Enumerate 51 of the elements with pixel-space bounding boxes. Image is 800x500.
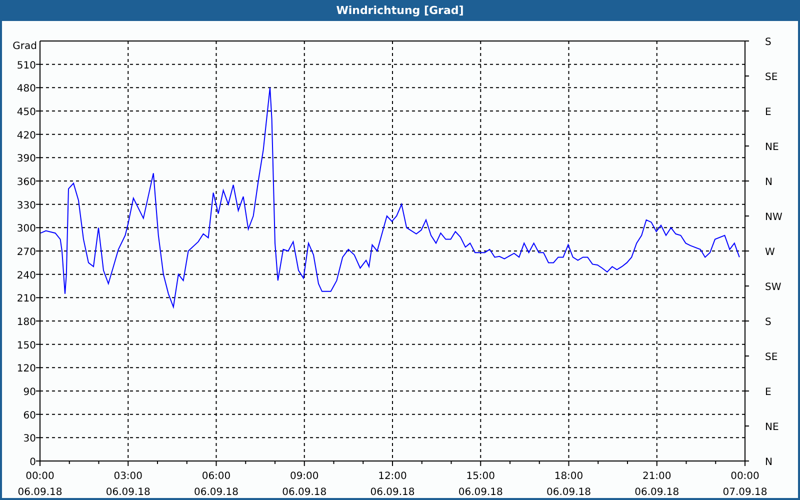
x-tick-time: 18:00 <box>554 471 584 482</box>
compass-tick-label: N <box>765 177 772 188</box>
y-tick-label: 60 <box>23 410 36 422</box>
compass-tick-label: E <box>765 387 772 398</box>
compass-tick-label: S <box>765 317 772 328</box>
x-tick-date: 06.09.18 <box>546 487 592 498</box>
compass-tick-label: NE <box>765 142 779 153</box>
y-tick-label: 390 <box>16 154 36 165</box>
y-tick-label: 0 <box>30 457 36 468</box>
compass-tick-label: NW <box>765 212 782 223</box>
y-tick-label: 450 <box>16 107 36 118</box>
x-tick-time: 06:00 <box>202 471 231 482</box>
y-tick-label: 120 <box>16 364 36 375</box>
y-axis-title: Grad <box>12 41 37 52</box>
y-tick-label: 150 <box>16 340 36 352</box>
x-tick-date: 07.09.18 <box>722 487 768 498</box>
compass-tick-label: W <box>765 247 775 258</box>
y-tick-label: 420 <box>16 130 36 142</box>
x-tick-time: 00:00 <box>26 471 54 482</box>
x-tick-time: 12:00 <box>378 471 407 482</box>
compass-tick-label: N <box>765 457 772 468</box>
x-tick-time: 00:00 <box>730 471 760 482</box>
x-tick-date: 06.09.18 <box>106 487 150 498</box>
compass-tick-label: SW <box>765 282 782 293</box>
y-tick-label: 180 <box>16 317 36 328</box>
y-tick-label: 480 <box>16 84 36 95</box>
x-tick-date: 06.09.18 <box>370 487 415 498</box>
y-tick-label: 300 <box>16 224 36 235</box>
x-tick-time: 09:00 <box>290 471 319 482</box>
y-tick-label: 330 <box>16 200 36 212</box>
y-tick-label: 90 <box>23 387 36 398</box>
window-title: Windrichtung [Grad] <box>2 0 798 21</box>
y-tick-label: 240 <box>16 270 36 282</box>
x-tick-date: 06.09.18 <box>282 487 327 498</box>
x-tick-date: 06.09.18 <box>634 487 680 498</box>
compass-tick-label: SE <box>765 352 778 363</box>
x-tick-date: 06.09.18 <box>194 487 239 498</box>
x-tick-date: 06.09.18 <box>18 487 62 498</box>
x-tick-time: 15:00 <box>466 471 496 482</box>
compass-tick-label: NE <box>765 422 779 433</box>
compass-tick-label: E <box>765 107 772 118</box>
y-tick-label: 510 <box>16 60 36 72</box>
y-tick-label: 210 <box>16 294 36 305</box>
x-tick-date: 06.09.18 <box>458 487 503 498</box>
x-tick-time: 21:00 <box>642 471 672 482</box>
compass-tick-label: SE <box>765 72 778 83</box>
y-tick-label: 30 <box>23 434 36 445</box>
y-tick-label: 360 <box>16 177 36 188</box>
compass-tick-label: S <box>765 37 772 48</box>
x-tick-time: 03:00 <box>114 471 143 482</box>
y-tick-label: 270 <box>16 247 36 258</box>
